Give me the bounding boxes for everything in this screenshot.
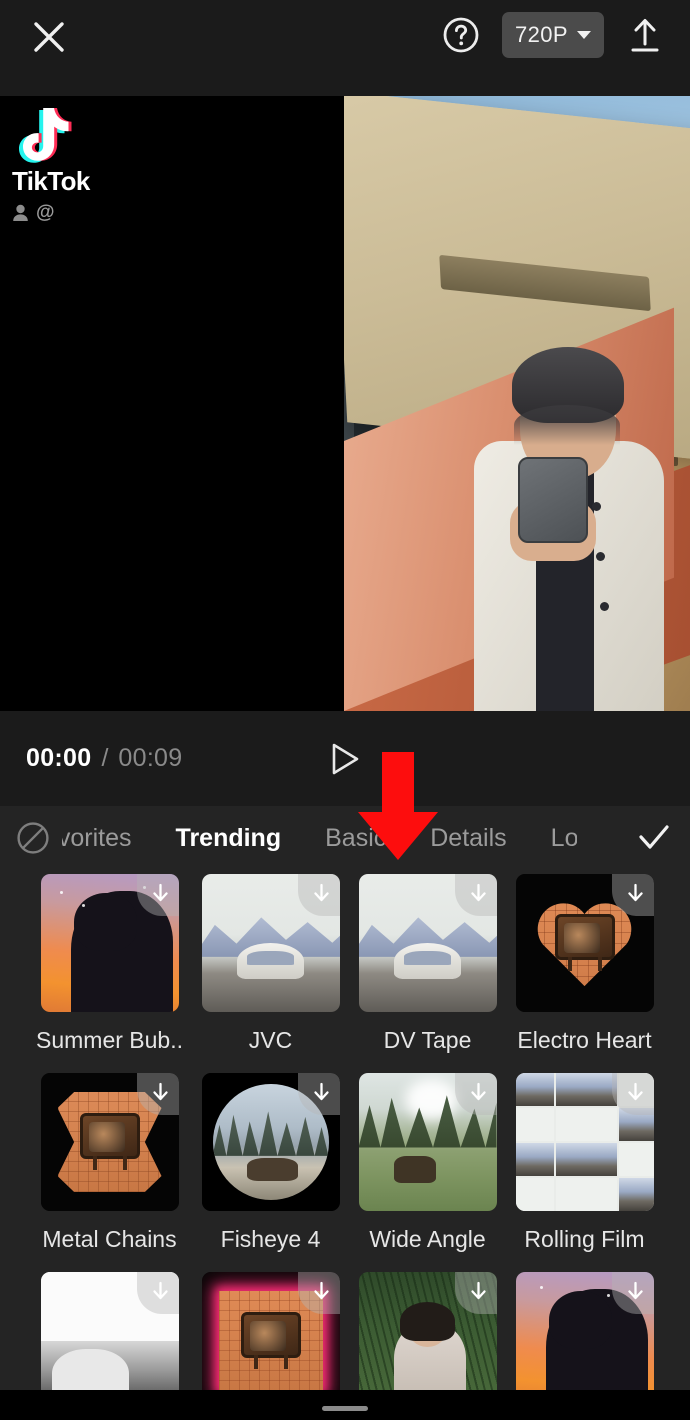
effects-tab-bar: avorites Trending Basic Details Lo bbox=[0, 806, 690, 870]
effect-label: Summer Bub.. bbox=[36, 1027, 183, 1053]
effect-label: DV Tape bbox=[383, 1027, 472, 1053]
no-effect-icon bbox=[17, 822, 49, 854]
effect-label: Rolling Film bbox=[524, 1226, 645, 1252]
effects-tabs-scroll[interactable]: avorites Trending Basic Details Lo bbox=[62, 824, 622, 853]
play-icon bbox=[332, 743, 359, 774]
upload-button[interactable] bbox=[622, 12, 668, 58]
tab-details[interactable]: Details bbox=[408, 824, 528, 853]
tab-trending[interactable]: Trending bbox=[154, 824, 304, 853]
effect-label: Fisheye 4 bbox=[220, 1226, 321, 1252]
current-time: 00:00 bbox=[26, 744, 92, 772]
tiktok-watermark: TikTok @ bbox=[12, 104, 132, 224]
effect-label: Wide Angle bbox=[369, 1226, 486, 1252]
tab-basic[interactable]: Basic bbox=[303, 824, 408, 853]
resolution-label: 720P bbox=[515, 22, 568, 47]
effect-thumbnail[interactable] bbox=[40, 874, 179, 1012]
effect-thumbnail[interactable] bbox=[201, 1073, 340, 1211]
top-bar: 720P bbox=[0, 0, 690, 96]
effect-item[interactable]: JVC bbox=[201, 874, 340, 1073]
watermark-handle: @ bbox=[12, 202, 132, 224]
effect-label: Electro Heart bbox=[517, 1027, 652, 1053]
total-time: 00:09 bbox=[118, 744, 183, 772]
time-separator: / bbox=[101, 744, 109, 772]
effect-thumbnail[interactable] bbox=[40, 1073, 179, 1211]
play-button[interactable] bbox=[323, 737, 367, 781]
effect-thumbnail[interactable] bbox=[515, 1073, 654, 1211]
playback-timeline: 00:00 / 00:09 bbox=[0, 711, 690, 806]
clear-effect-button[interactable] bbox=[4, 819, 62, 857]
watermark-at-symbol: @ bbox=[36, 202, 55, 223]
effect-item[interactable]: Metal Chains bbox=[36, 1073, 183, 1272]
tiktok-note-icon bbox=[18, 104, 76, 164]
effect-item[interactable]: Summer Bub.. bbox=[36, 874, 183, 1073]
help-button[interactable] bbox=[438, 12, 484, 58]
effect-item[interactable]: Electro Heart bbox=[515, 874, 654, 1073]
effect-thumbnail[interactable] bbox=[358, 1073, 497, 1211]
video-letterbox-left: TikTok @ bbox=[0, 96, 344, 711]
effect-thumbnail[interactable] bbox=[201, 874, 340, 1012]
video-subject bbox=[474, 347, 664, 711]
video-preview-stage[interactable]: TikTok @ bbox=[0, 96, 690, 711]
upload-icon bbox=[631, 19, 659, 52]
person-icon bbox=[13, 204, 28, 221]
close-button[interactable] bbox=[22, 10, 76, 64]
effect-item[interactable]: Fisheye 4 bbox=[201, 1073, 340, 1272]
help-circle-icon bbox=[443, 17, 479, 53]
top-bar-actions: 720P bbox=[438, 12, 668, 58]
confirm-button[interactable] bbox=[622, 818, 686, 858]
chevron-down-icon bbox=[577, 31, 591, 39]
effect-item[interactable]: DV Tape bbox=[358, 874, 497, 1073]
watermark-brand: TikTok bbox=[12, 166, 90, 196]
effect-item[interactable]: Rolling Film bbox=[515, 1073, 654, 1272]
resolution-selector[interactable]: 720P bbox=[502, 12, 604, 58]
effects-grid: Summer Bub.. JVC DV Tape Electro Heart M… bbox=[0, 870, 690, 1420]
home-indicator[interactable] bbox=[322, 1406, 368, 1411]
effect-label: Metal Chains bbox=[42, 1226, 177, 1252]
tab-favorites[interactable]: avorites bbox=[62, 824, 154, 853]
effect-item[interactable]: Wide Angle bbox=[358, 1073, 497, 1272]
effect-thumbnail[interactable] bbox=[515, 874, 654, 1012]
close-icon bbox=[34, 22, 64, 52]
effect-thumbnail[interactable] bbox=[358, 874, 497, 1012]
video-frame[interactable] bbox=[344, 96, 690, 711]
check-icon bbox=[639, 825, 669, 849]
effect-label: JVC bbox=[248, 1027, 293, 1053]
effects-panel: avorites Trending Basic Details Lo bbox=[0, 806, 690, 1420]
tab-love[interactable]: Lo bbox=[529, 824, 577, 853]
system-nav-bar bbox=[0, 1390, 690, 1420]
